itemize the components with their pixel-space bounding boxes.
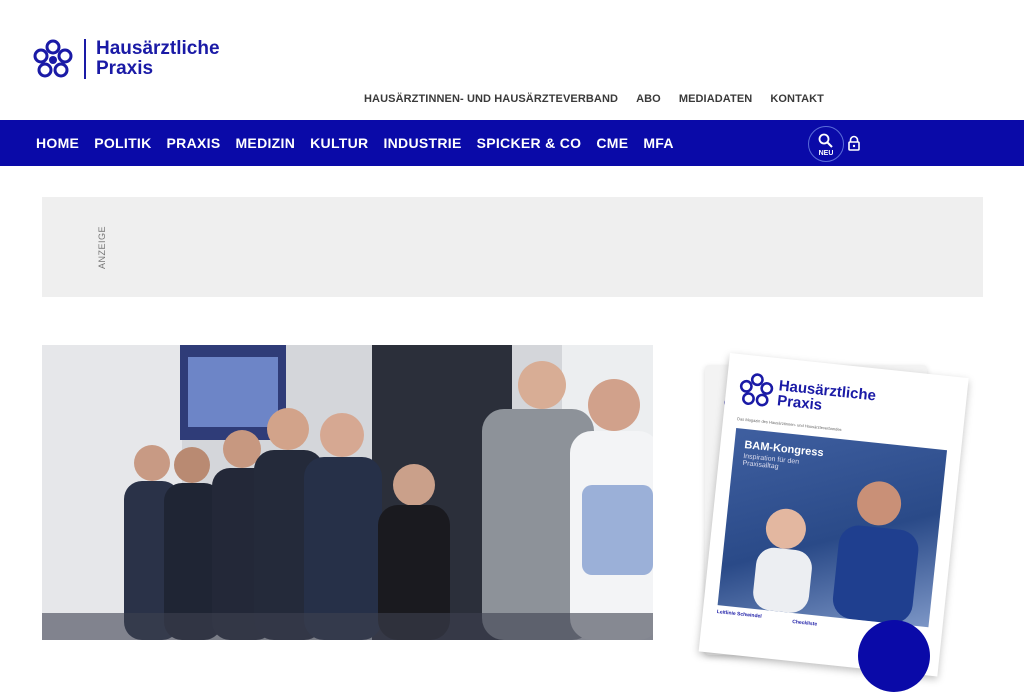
logo-line2: Praxis <box>96 58 154 79</box>
nav-medizin[interactable]: MEDIZIN <box>235 135 295 151</box>
magazine-footer-2: Checkliste <box>791 618 818 628</box>
magazine-logo-icon <box>739 373 774 407</box>
logo-divider <box>84 39 86 79</box>
topnav-mediadaten[interactable]: MEDIADATEN <box>679 93 753 105</box>
hero-photo-illustration <box>42 345 653 640</box>
logo-flower-icon <box>33 39 73 78</box>
magazine-cover-front: Hausärztliche Praxis Das Magazin des Hau… <box>698 353 969 677</box>
ad-label: ANZEIGE <box>97 225 107 269</box>
nav-spicker[interactable]: SPICKER & CO <box>477 135 582 151</box>
topnav-kontakt[interactable]: KONTAKT <box>770 93 824 105</box>
nav-mfa[interactable]: MFA <box>643 135 673 151</box>
site-logo[interactable]: Hausärztliche Praxis <box>32 38 220 80</box>
nav-politik[interactable]: POLITIK <box>94 135 151 151</box>
logo-line1: Hausärztliche <box>96 38 220 59</box>
search-icon <box>818 133 833 148</box>
topnav-abo[interactable]: ABO <box>636 93 661 105</box>
main-navigation-bar: HOME POLITIK PRAXIS MEDIZIN KULTUR INDUS… <box>0 120 1024 166</box>
nav-praxis[interactable]: PRAXIS <box>167 135 221 151</box>
search-new-badge: NEU <box>818 150 834 157</box>
magazine-title: Hausärztliche Praxis <box>776 377 876 418</box>
lock-icon[interactable] <box>847 135 861 151</box>
ad-banner <box>42 197 983 297</box>
top-navigation: HAUSÄRZTINNEN- UND HAUSÄRZTEVERBAND ABO … <box>364 93 842 105</box>
logo-wordmark: Hausärztliche Praxis <box>96 39 220 79</box>
nav-kultur[interactable]: KULTUR <box>310 135 368 151</box>
topnav-verband[interactable]: HAUSÄRZTINNEN- UND HAUSÄRZTEVERBAND <box>364 93 618 105</box>
magazine-promo[interactable]: Hausärztliche Praxis Das Magazin des Hau… <box>698 350 1000 677</box>
magazine-footer-1: Leitlinie Schwindel <box>716 609 762 620</box>
nav-home[interactable]: HOME <box>36 135 79 151</box>
nav-cme[interactable]: CME <box>596 135 628 151</box>
search-button[interactable]: NEU <box>808 126 844 162</box>
hero-image[interactable] <box>42 345 653 640</box>
floating-action-button[interactable] <box>858 620 930 692</box>
nav-industrie[interactable]: INDUSTRIE <box>383 135 461 151</box>
